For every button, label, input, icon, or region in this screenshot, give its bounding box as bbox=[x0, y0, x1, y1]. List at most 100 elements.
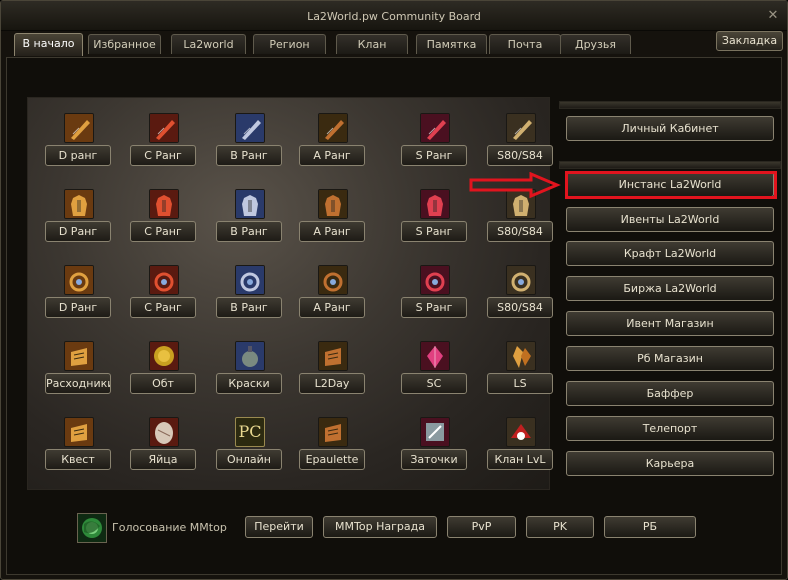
grid-cell[interactable]: A Ранг bbox=[299, 189, 365, 251]
ring-icon[interactable] bbox=[318, 265, 348, 295]
grid-cell-label[interactable]: A Ранг bbox=[299, 145, 365, 166]
crystal-icon[interactable] bbox=[420, 341, 450, 371]
grid-cell-label[interactable]: A Ранг bbox=[299, 221, 365, 242]
enchant-icon[interactable] bbox=[420, 417, 450, 447]
grid-cell[interactable]: D Ранг bbox=[45, 265, 111, 327]
axe-icon[interactable] bbox=[318, 113, 348, 143]
grid-cell-label[interactable]: Расходники bbox=[45, 373, 111, 394]
grid-cell-label[interactable]: Онлайн bbox=[216, 449, 282, 470]
grid-cell-label[interactable]: A Ранг bbox=[299, 297, 365, 318]
heavy-armor-icon[interactable] bbox=[64, 189, 94, 219]
pvp-button[interactable]: PvP bbox=[447, 516, 516, 538]
egg-icon[interactable] bbox=[149, 417, 179, 447]
grid-cell[interactable]: L2Day bbox=[299, 341, 365, 403]
grid-cell[interactable]: Обт bbox=[130, 341, 196, 403]
grid-cell[interactable]: B Ранг bbox=[216, 265, 282, 327]
grid-cell[interactable]: C Ранг bbox=[130, 189, 196, 251]
grid-cell[interactable]: Краски bbox=[216, 341, 282, 403]
grid-cell[interactable]: Клан LvL bbox=[487, 417, 553, 479]
grid-cell-label[interactable]: L2Day bbox=[299, 373, 365, 394]
grid-cell[interactable]: Квест bbox=[45, 417, 111, 479]
grid-cell-label[interactable]: B Ранг bbox=[216, 297, 282, 318]
grid-cell-label[interactable]: S Ранг bbox=[401, 297, 467, 318]
grid-cell[interactable]: S80/S84 bbox=[487, 113, 553, 175]
grid-cell-label[interactable]: Квест bbox=[45, 449, 111, 470]
grid-cell-label[interactable]: Заточки bbox=[401, 449, 467, 470]
plate-armor-icon[interactable] bbox=[235, 189, 265, 219]
grid-cell[interactable]: S Ранг bbox=[401, 189, 467, 251]
grid-cell[interactable]: D Ранг bbox=[45, 189, 111, 251]
grid-cell-label[interactable]: Краски bbox=[216, 373, 282, 394]
quest-icon[interactable] bbox=[64, 417, 94, 447]
tab-la2world[interactable]: La2world bbox=[171, 34, 246, 54]
close-icon[interactable]: ✕ bbox=[765, 8, 781, 24]
grid-cell-label[interactable]: C Ранг bbox=[130, 145, 196, 166]
tab-mail[interactable]: Почта bbox=[489, 34, 561, 54]
grid-cell[interactable]: Epaulette bbox=[299, 417, 365, 479]
grid-cell[interactable]: A Ранг bbox=[299, 265, 365, 327]
rb-shop-button[interactable]: Рб Магазин bbox=[566, 346, 774, 371]
rb-button[interactable]: РБ bbox=[604, 516, 696, 538]
grid-cell-label[interactable]: D ранг bbox=[45, 145, 111, 166]
grid-cell[interactable]: D ранг bbox=[45, 113, 111, 175]
grid-cell-label[interactable]: S80/S84 bbox=[487, 145, 553, 166]
scroll-icon[interactable] bbox=[318, 341, 348, 371]
necklace-icon[interactable] bbox=[64, 265, 94, 295]
sword-icon[interactable] bbox=[149, 113, 179, 143]
grid-cell[interactable]: S80/S84 bbox=[487, 189, 553, 251]
heavy-armor-icon[interactable] bbox=[420, 189, 450, 219]
grid-cell[interactable]: SC bbox=[401, 341, 467, 403]
grid-cell-label[interactable]: B Ранг bbox=[216, 221, 282, 242]
craft-button[interactable]: Крафт La2World bbox=[566, 241, 774, 266]
grid-cell-label[interactable]: S Ранг bbox=[401, 221, 467, 242]
grid-cell-label[interactable]: Epaulette bbox=[299, 449, 365, 470]
tab-clan[interactable]: Клан bbox=[336, 34, 408, 54]
grid-cell-label[interactable]: D Ранг bbox=[45, 221, 111, 242]
exchange-button[interactable]: Биржа La2World bbox=[566, 276, 774, 301]
tab-memo[interactable]: Памятка bbox=[416, 34, 487, 54]
grid-cell[interactable]: Расходники bbox=[45, 341, 111, 403]
robe-armor-icon[interactable] bbox=[318, 189, 348, 219]
necklace-icon[interactable] bbox=[420, 265, 450, 295]
grid-cell-label[interactable]: S80/S84 bbox=[487, 297, 553, 318]
pk-button[interactable]: PK bbox=[526, 516, 594, 538]
bow-icon[interactable] bbox=[64, 113, 94, 143]
scroll-icon[interactable] bbox=[64, 341, 94, 371]
tab-favorites[interactable]: Избранное bbox=[88, 34, 161, 54]
grid-cell-label[interactable]: Клан LvL bbox=[487, 449, 553, 470]
earring-icon[interactable] bbox=[235, 265, 265, 295]
tab-region[interactable]: Регион bbox=[253, 34, 326, 54]
career-button[interactable]: Карьера bbox=[566, 451, 774, 476]
grid-cell[interactable]: PC Онлайн bbox=[216, 417, 282, 479]
teleport-button[interactable]: Телепорт bbox=[566, 416, 774, 441]
grid-cell[interactable]: B Ранг bbox=[216, 189, 282, 251]
clan-icon[interactable] bbox=[506, 417, 536, 447]
grid-cell[interactable]: S Ранг bbox=[401, 265, 467, 327]
grid-cell[interactable]: A Ранг bbox=[299, 113, 365, 175]
grid-cell-label[interactable]: SC bbox=[401, 373, 467, 394]
grid-cell[interactable]: S Ранг bbox=[401, 113, 467, 175]
bookmark-button[interactable]: Закладка bbox=[716, 31, 783, 51]
personal-cabinet-button[interactable]: Личный Кабинет bbox=[566, 116, 774, 141]
crystal-icon[interactable] bbox=[506, 341, 536, 371]
pc-icon[interactable]: PC bbox=[235, 417, 265, 447]
grid-cell-label[interactable]: Яйца bbox=[130, 449, 196, 470]
grid-cell[interactable]: C Ранг bbox=[130, 265, 196, 327]
grid-cell[interactable]: C Ранг bbox=[130, 113, 196, 175]
event-shop-button[interactable]: Ивент Магазин bbox=[566, 311, 774, 336]
epaulette-icon[interactable] bbox=[318, 417, 348, 447]
gun-icon[interactable] bbox=[420, 113, 450, 143]
grid-cell[interactable]: Заточки bbox=[401, 417, 467, 479]
title-bar[interactable]: La2World.pw Community Board ✕ bbox=[1, 1, 787, 31]
grid-cell-label[interactable]: S Ранг bbox=[401, 145, 467, 166]
tab-home[interactable]: В начало bbox=[14, 33, 83, 56]
grid-cell[interactable]: B Ранг bbox=[216, 113, 282, 175]
grid-cell-label[interactable]: LS bbox=[487, 373, 553, 394]
buffer-button[interactable]: Баффер bbox=[566, 381, 774, 406]
claw-icon[interactable] bbox=[506, 113, 536, 143]
events-button[interactable]: Ивенты La2World bbox=[566, 207, 774, 232]
mmtop-reward-button[interactable]: MMTop Награда bbox=[323, 516, 437, 538]
grid-cell[interactable]: S80/S84 bbox=[487, 265, 553, 327]
ring-icon[interactable] bbox=[149, 265, 179, 295]
tab-friends[interactable]: Друзья bbox=[560, 34, 631, 54]
